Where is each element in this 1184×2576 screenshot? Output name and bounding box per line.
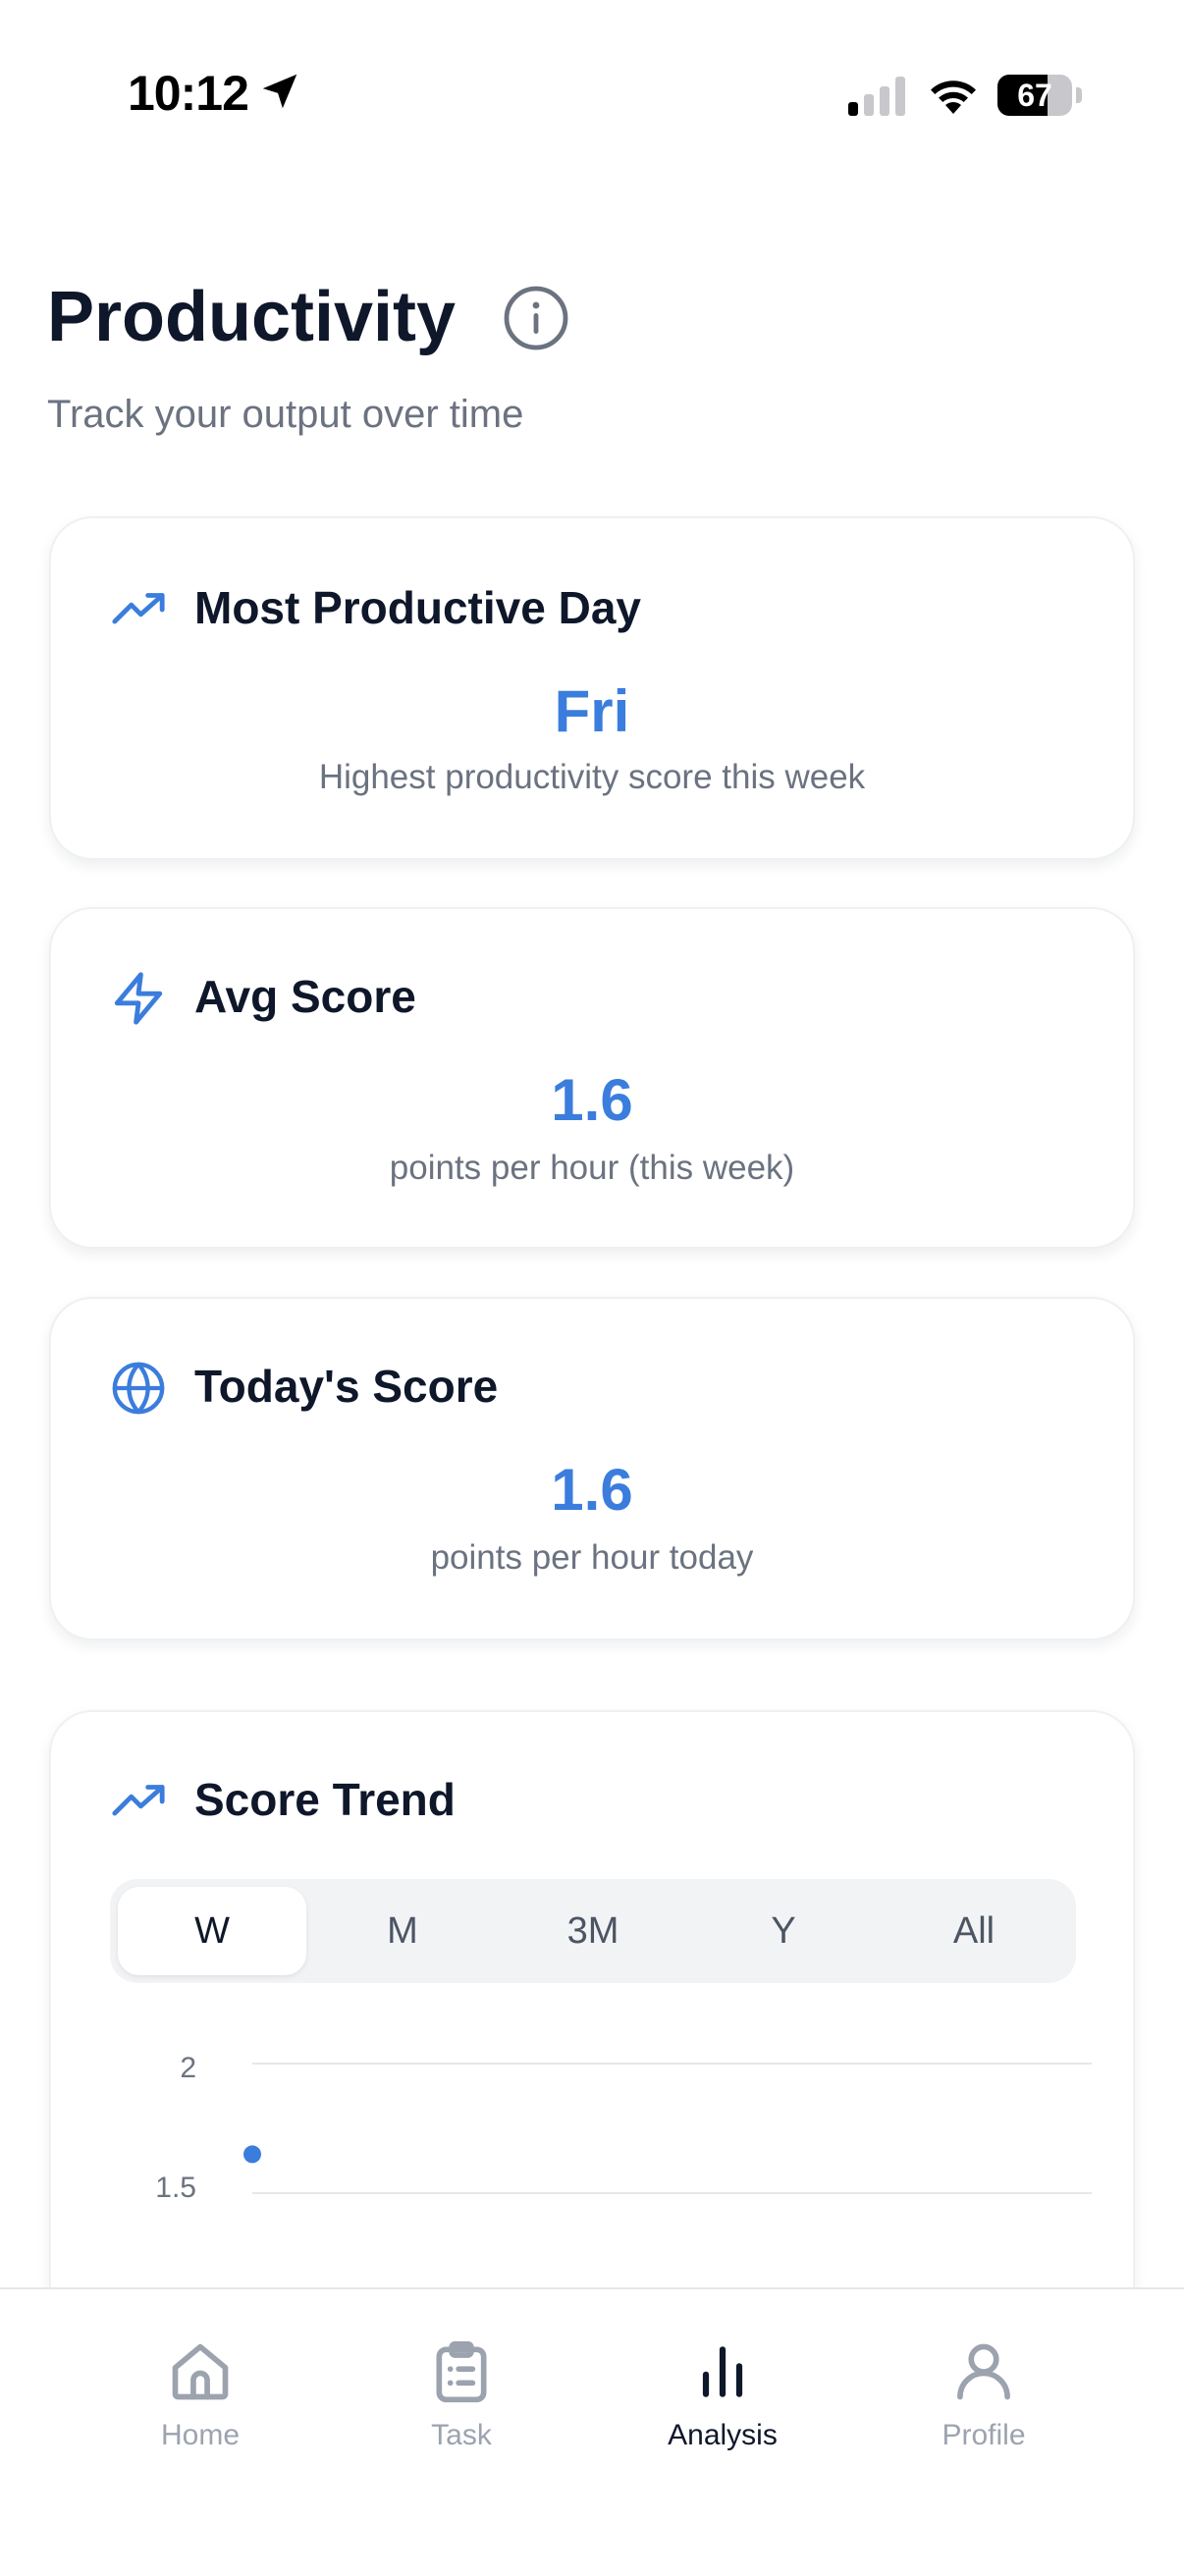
wifi-icon — [931, 80, 976, 114]
battery-percent: 67 — [1017, 78, 1052, 113]
card-title: Today's Score — [194, 1361, 499, 1412]
page-subtitle: Track your output over time — [47, 393, 524, 436]
card-title: Avg Score — [194, 971, 416, 1022]
trending-up-icon — [112, 593, 165, 624]
card-caption: points per hour today — [430, 1538, 754, 1577]
lightning-icon — [114, 972, 163, 1025]
nav-analysis[interactable]: Analysis — [624, 2338, 821, 2476]
range-tab-y[interactable]: Y — [689, 1887, 878, 1975]
card-caption: Highest productivity score this week — [318, 758, 866, 796]
nav-task[interactable]: Task — [363, 2338, 560, 2476]
info-icon[interactable] — [503, 285, 569, 351]
y-tick-label: 2 — [180, 2052, 196, 2084]
bar-chart-icon — [702, 2346, 743, 2397]
trending-up-icon — [112, 1785, 165, 1816]
status-time: 10:12 — [128, 66, 249, 121]
nav-label: Task — [431, 2419, 492, 2451]
range-tab-all[interactable]: All — [880, 1887, 1068, 1975]
todays-score-card: Today's Score 1.6 points per hour today — [49, 1297, 1135, 1640]
user-icon — [957, 2343, 1010, 2400]
nav-home[interactable]: Home — [102, 2338, 298, 2476]
location-arrow-icon — [262, 74, 297, 109]
bottom-nav: Home Task Analysis Profile — [0, 2287, 1184, 2576]
todays-score-value: 1.6 — [551, 1457, 633, 1523]
card-title: Score Trend — [194, 1774, 456, 1825]
avg-score-value: 1.6 — [551, 1067, 633, 1133]
most-productive-day-value: Fri — [554, 678, 630, 744]
range-tab-m[interactable]: M — [308, 1887, 497, 1975]
status-bar: 10:12 67 — [0, 0, 1184, 187]
globe-icon — [112, 1362, 165, 1415]
most-productive-day-card: Most Productive Day Fri Highest producti… — [49, 516, 1135, 860]
nav-profile[interactable]: Profile — [886, 2338, 1082, 2476]
data-point — [243, 2145, 261, 2164]
avg-score-card: Avg Score 1.6 points per hour (this week… — [49, 907, 1135, 1249]
clipboard-icon — [436, 2340, 487, 2403]
home-icon — [172, 2343, 229, 2400]
battery-indicator: 67 — [997, 75, 1082, 116]
card-caption: points per hour (this week) — [389, 1149, 795, 1187]
score-trend-chart: 2 1.5 — [155, 2052, 1092, 2204]
nav-label: Profile — [942, 2419, 1026, 2451]
card-title: Most Productive Day — [194, 582, 641, 633]
page-title: Productivity — [47, 278, 457, 356]
range-tab-3m[interactable]: 3M — [499, 1887, 687, 1975]
range-tab-w[interactable]: W — [118, 1887, 306, 1975]
y-tick-label: 1.5 — [155, 2172, 196, 2204]
score-trend-card: Score Trend W M 3M Y All 2 1.5 — [49, 1710, 1135, 2338]
range-segmented-control: W M 3M Y All — [110, 1879, 1076, 1983]
cellular-signal-icon — [848, 77, 905, 116]
nav-label: Home — [160, 2419, 241, 2451]
nav-label: Analysis — [668, 2419, 778, 2451]
